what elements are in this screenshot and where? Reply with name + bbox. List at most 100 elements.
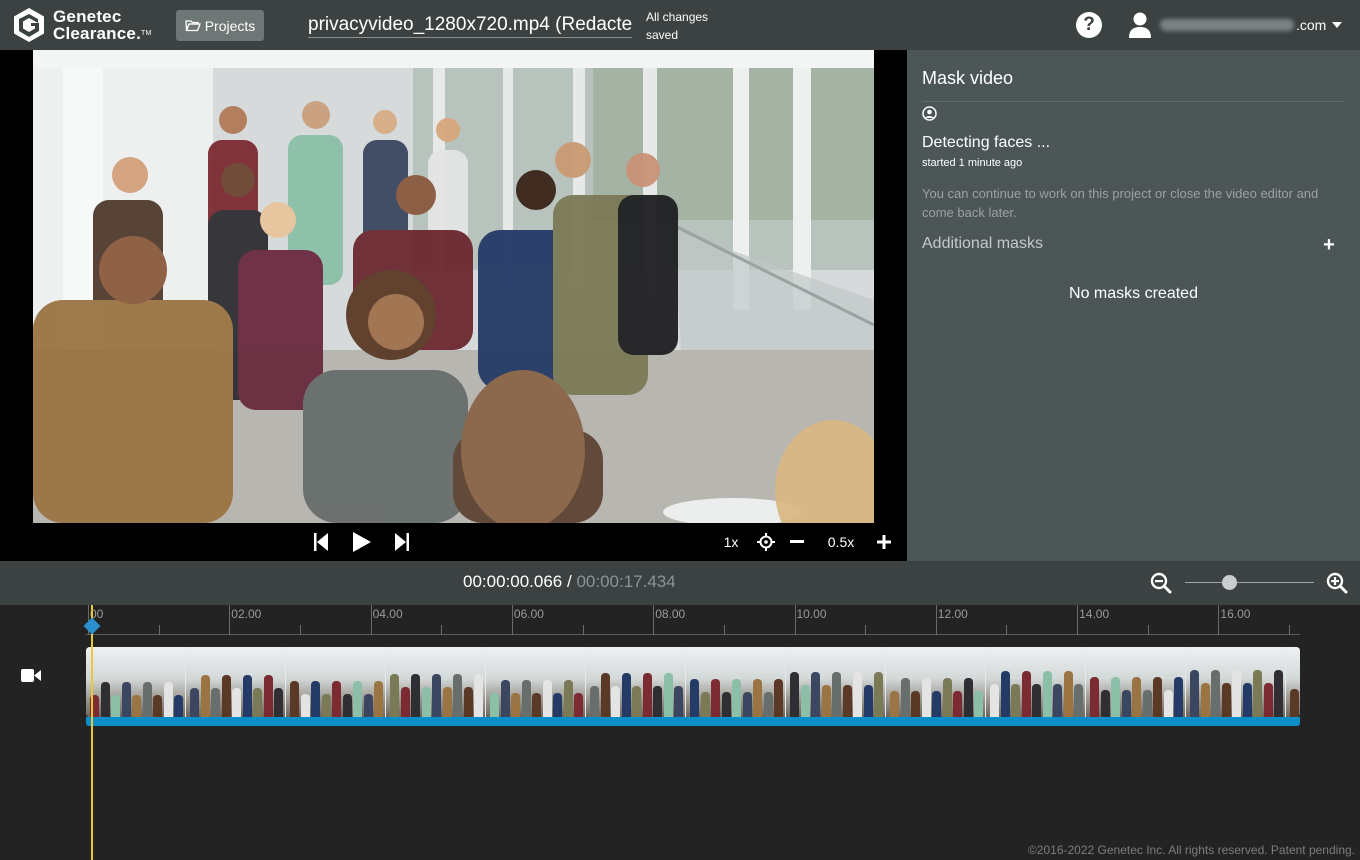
filmstrip-figure (574, 693, 583, 717)
playback-speed-button[interactable]: 1x (716, 523, 746, 561)
ruler-minor-tick (1006, 625, 1008, 635)
filmstrip-figure (1132, 677, 1141, 717)
projects-button[interactable]: Projects (176, 10, 264, 41)
filmstrip-figure (190, 688, 199, 717)
filmstrip-figure (821, 685, 831, 717)
filmstrip-figure (421, 687, 431, 717)
play-button[interactable] (351, 523, 373, 561)
filmstrip-figure (1111, 677, 1120, 717)
filmstrip-figure (811, 672, 820, 717)
previous-frame-button[interactable] (313, 523, 329, 561)
current-time: 00:00:00.066 (463, 572, 563, 591)
minus-icon (790, 540, 804, 543)
filmstrip-frame (386, 647, 486, 717)
filmstrip-figure (800, 685, 810, 717)
help-button[interactable]: ? (1076, 12, 1102, 38)
filmstrip-figure (500, 680, 510, 717)
ruler-major-tick (511, 605, 513, 635)
timeline-zoom-slider-thumb[interactable] (1222, 575, 1237, 590)
ruler-tick-label: 16.00 (1220, 607, 1251, 621)
play-icon (353, 532, 371, 552)
video-frame[interactable] (33, 50, 874, 523)
filmstrip-figure (763, 692, 773, 717)
top-bar: Genetec Clearance.TM Projects privacyvid… (0, 0, 1360, 50)
ruler-major-tick (370, 605, 372, 635)
user-menu[interactable]: .com (1128, 10, 1343, 40)
filmstrip-figure (363, 694, 373, 717)
face-icon (922, 106, 937, 121)
filmstrip-figure (311, 681, 320, 717)
filmstrip-figure (542, 680, 552, 717)
filmstrip-figure (242, 675, 252, 717)
filmstrip-frame (886, 647, 986, 717)
filmstrip-figure (411, 674, 420, 717)
timeline-zoom-track[interactable] (1185, 582, 1314, 583)
filmstrip-figure (1063, 671, 1073, 717)
filmstrip-figure (1090, 677, 1099, 717)
add-mask-button[interactable]: + (1321, 235, 1337, 255)
filmstrip-figure (374, 681, 383, 717)
video-track-filmstrip[interactable] (86, 647, 1300, 717)
zoom-in-icon[interactable] (1326, 572, 1348, 594)
filmstrip-figure (853, 672, 862, 717)
filmstrip-figure (1190, 670, 1199, 717)
filmstrip-figure (1232, 670, 1241, 717)
filmstrip-figure (300, 694, 310, 717)
filmstrip-figure (953, 691, 962, 717)
filmstrip-frame (1086, 647, 1186, 717)
recenter-button[interactable] (756, 523, 776, 561)
filmstrip-figure (842, 685, 852, 717)
filmstrip-figure (142, 682, 152, 717)
filmstrip-figure (1100, 690, 1110, 717)
ruler-tick-label: 12.00 (937, 607, 968, 621)
filmstrip-figure (1174, 677, 1183, 717)
filmstrip-figure (890, 691, 899, 717)
video-track-bar[interactable] (86, 717, 1300, 726)
detection-status-title: Detecting faces ... (922, 134, 1051, 151)
filmstrip-figure (600, 673, 610, 717)
ruler-major-tick (935, 605, 937, 635)
video-zoom-in-button[interactable] (876, 523, 892, 561)
filmstrip-figure (353, 681, 362, 717)
filmstrip-figure (753, 679, 762, 717)
file-title-input[interactable]: privacyvideo_1280x720.mp4 (Redacted) (308, 12, 632, 38)
playhead-line (91, 605, 93, 860)
ruler-minor-tick (865, 625, 867, 635)
filmstrip-figure (442, 687, 452, 717)
filmstrip-frame (86, 647, 186, 717)
filmstrip-figure (963, 678, 973, 717)
filmstrip-figure (1032, 684, 1041, 717)
skip-forward-icon (395, 533, 409, 551)
filmstrip-figure (1290, 689, 1299, 717)
filmstrip-figure (1253, 670, 1262, 717)
timeline-ruler[interactable]: 00 02.00 04.00 06.00 08.00 10.00 12.00 14.00 16.… (86, 605, 1300, 635)
ruler-minor-tick (582, 625, 584, 635)
zoom-out-icon[interactable] (1150, 572, 1172, 594)
ruler-major-tick (1077, 605, 1079, 635)
plus-icon (877, 535, 891, 549)
filmstrip-figure (132, 695, 141, 717)
filmstrip-figure (390, 674, 399, 717)
filmstrip-figure (1000, 671, 1010, 717)
ruler-tick-label: 10.00 (796, 607, 827, 621)
filmstrip-figure (932, 691, 941, 717)
filmstrip-figure (1011, 684, 1020, 717)
next-frame-button[interactable] (394, 523, 410, 561)
filmstrip-figure (1274, 670, 1283, 717)
filmstrip-figure (663, 673, 673, 717)
filmstrip-figure (163, 682, 173, 717)
crosshair-icon (757, 533, 775, 551)
mask-video-panel: Mask video Detecting faces ... started 1… (907, 50, 1360, 561)
filmstrip-figure (111, 695, 120, 717)
filmstrip-figure (221, 675, 231, 717)
filmstrip-figure (563, 680, 573, 717)
genetec-clearance-logo[interactable]: Genetec Clearance.TM (12, 6, 152, 44)
save-status-text: All changes saved (646, 10, 709, 42)
no-masks-message: No masks created (1069, 285, 1198, 302)
filmstrip-figure (211, 688, 220, 717)
filmstrip-figure (1242, 683, 1252, 717)
filmstrip-frame (686, 647, 786, 717)
video-zoom-out-button[interactable] (789, 523, 805, 561)
ruler-major-tick (794, 605, 796, 635)
filmstrip-figure (774, 679, 783, 717)
